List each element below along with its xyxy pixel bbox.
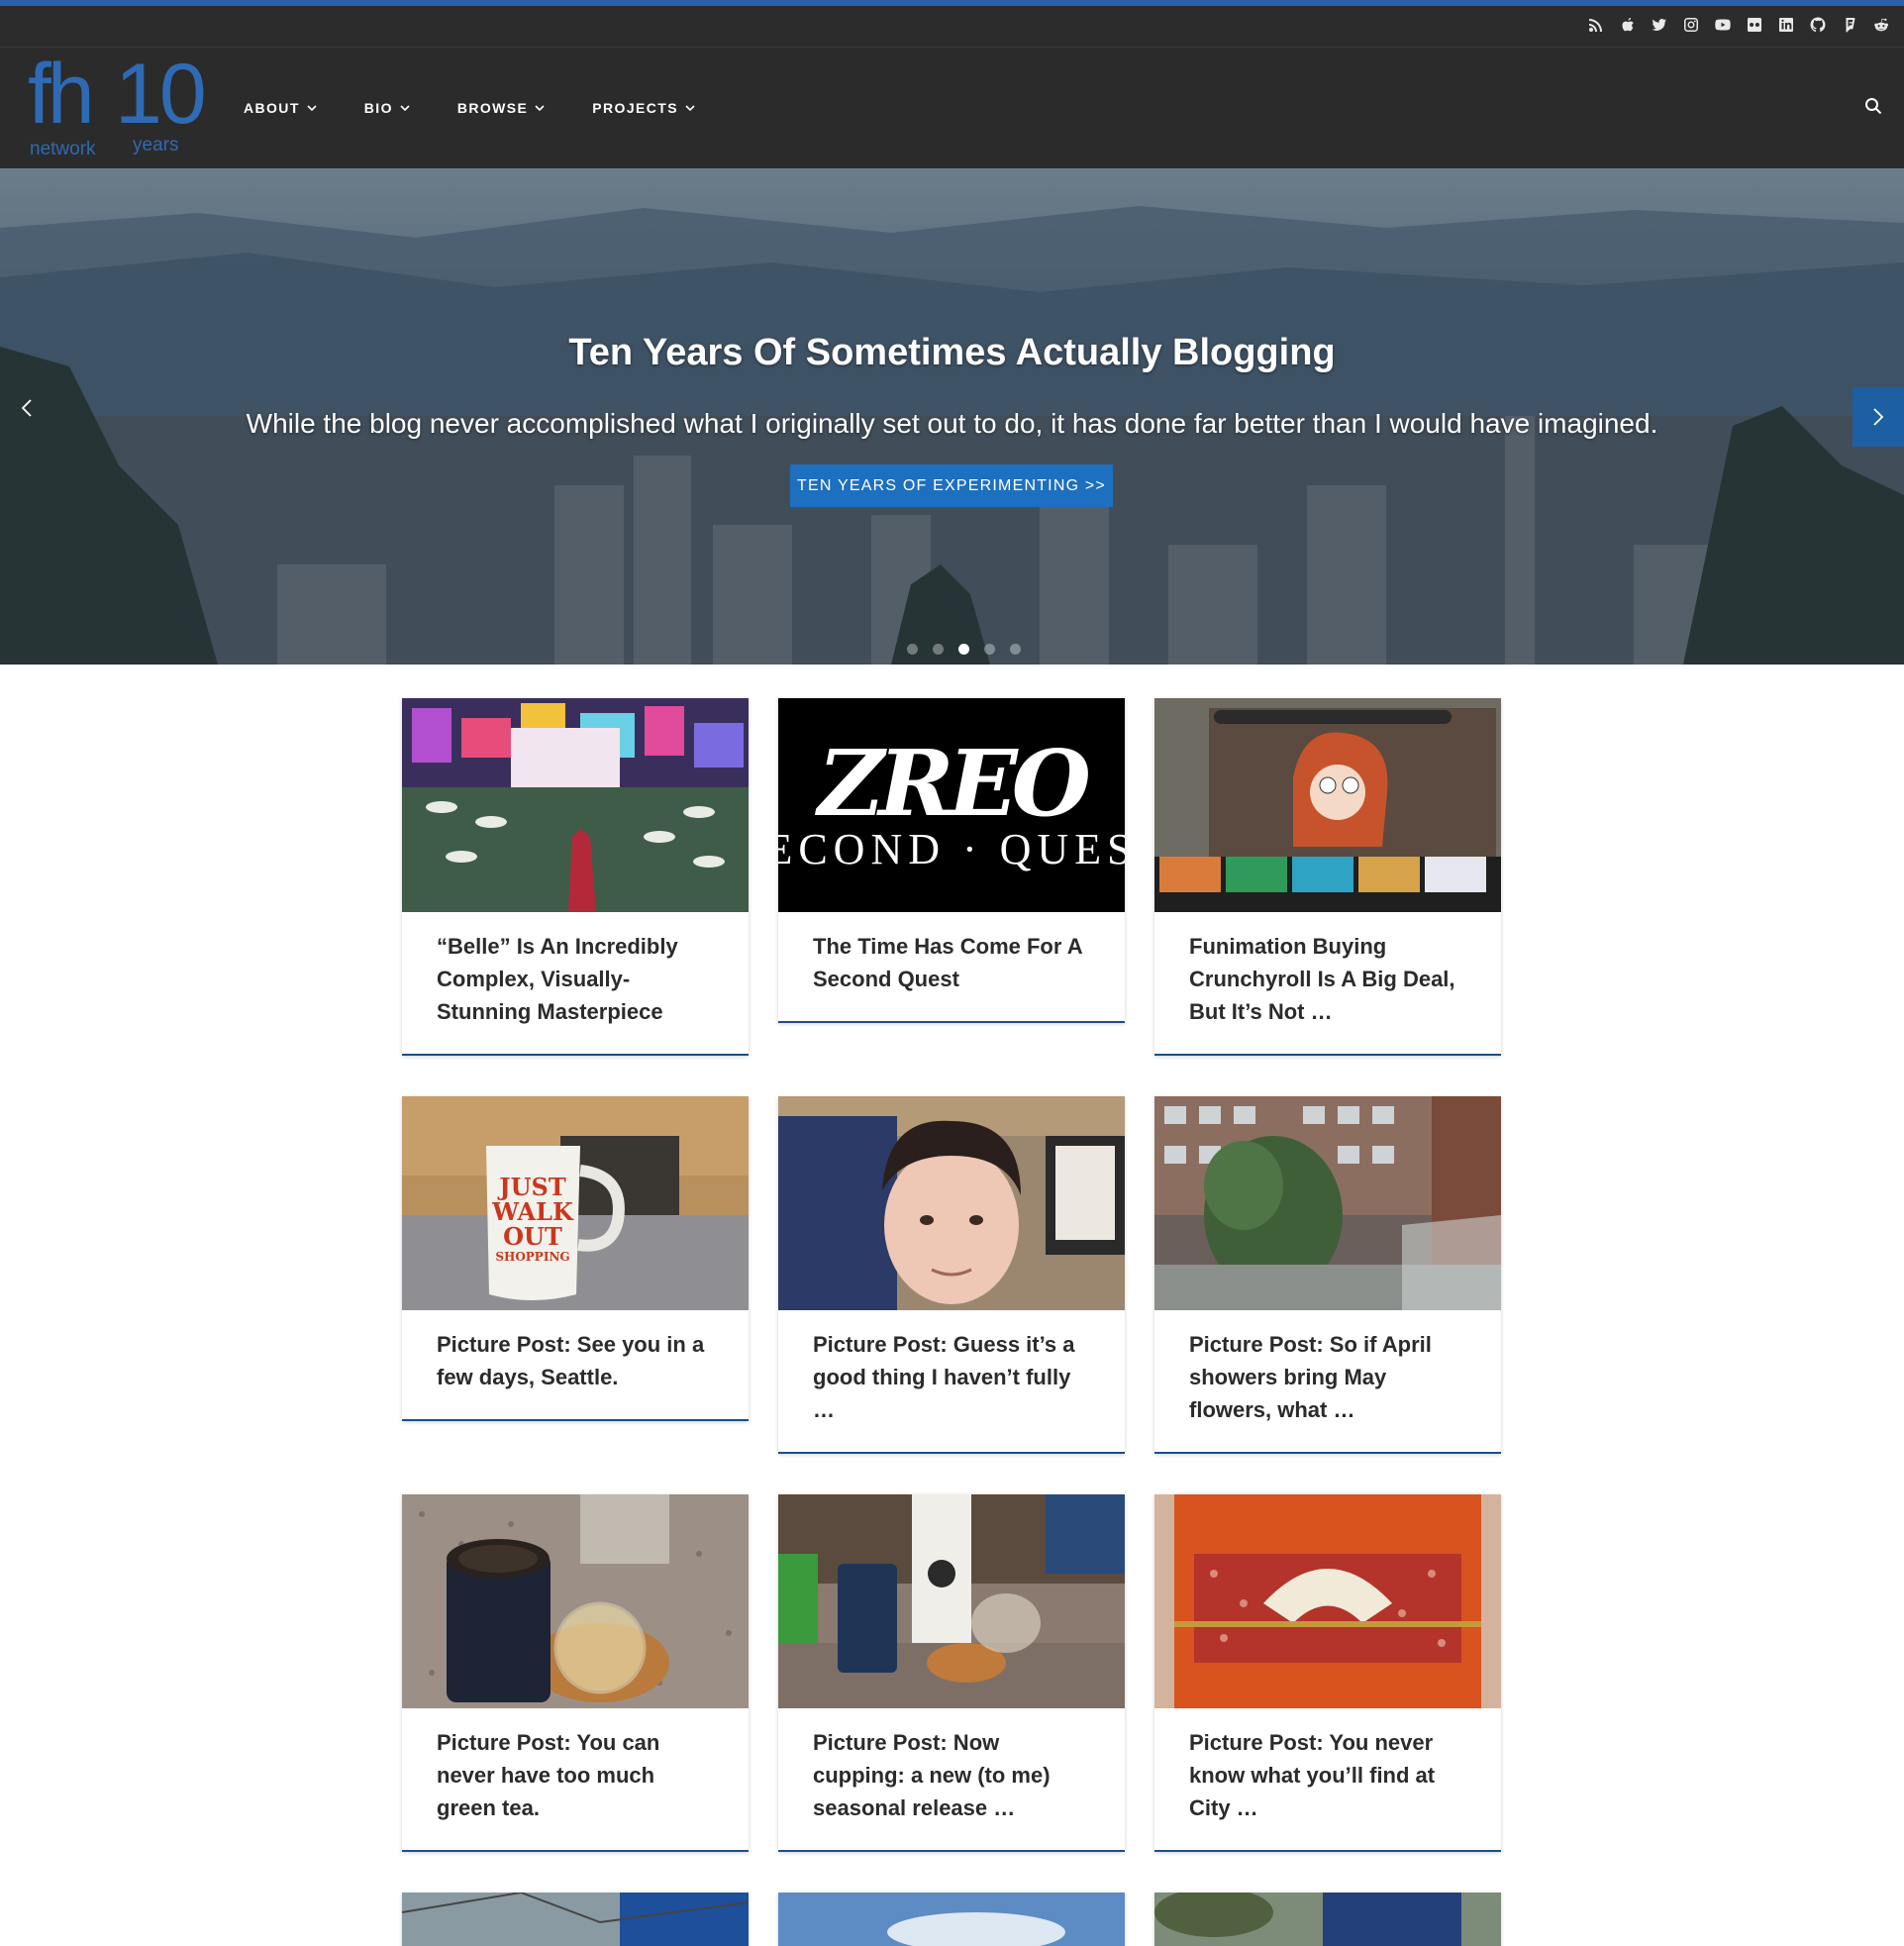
post-title[interactable]: The Time Has Come For A Second Quest <box>778 912 1125 1021</box>
post-thumbnail[interactable] <box>778 1096 1125 1310</box>
post-thumbnail[interactable]: JUST WALK OUT SHOPPING <box>402 1096 749 1310</box>
post-card[interactable]: Picture Post: So if April showers bring … <box>1154 1096 1501 1454</box>
post-card[interactable]: “Belle” Is An Incredibly Complex, Visual… <box>402 698 749 1056</box>
post-title[interactable]: Funimation Buying Crunchyroll Is A Big D… <box>1154 912 1501 1054</box>
nav-item-about[interactable]: ABOUT <box>244 100 341 116</box>
post-thumbnail[interactable] <box>778 1494 1125 1708</box>
post-card[interactable]: Picture Post: You can never have too muc… <box>402 1494 749 1852</box>
chevron-down-icon <box>307 105 317 112</box>
zreo-logo-subtext: ECOND · QUES <box>778 825 1125 873</box>
hero-subtitle: While the blog never accomplished what I… <box>246 408 1658 439</box>
post-card[interactable]: Funimation Buying Crunchyroll Is A Big D… <box>1154 698 1501 1056</box>
nav-item-label: ABOUT <box>244 100 300 116</box>
chevron-down-icon <box>535 105 545 112</box>
post-card[interactable]: JUST WALK OUT SHOPPING Picture Post: See… <box>402 1096 749 1421</box>
post-card[interactable] <box>778 1893 1125 1946</box>
post-title[interactable]: Picture Post: See you in a few days, Sea… <box>402 1310 749 1419</box>
nav-item-projects[interactable]: PROJECTS <box>592 100 719 116</box>
slider-dots <box>907 644 1021 655</box>
search-button[interactable] <box>1864 97 1886 119</box>
nav-item-label: PROJECTS <box>592 100 678 116</box>
search-icon <box>1865 98 1882 115</box>
post-card[interactable]: Picture Post: Now cupping: a new (to me)… <box>778 1494 1125 1852</box>
twitter-icon[interactable] <box>1651 16 1668 34</box>
slider-dot[interactable] <box>907 644 918 655</box>
rss-icon[interactable] <box>1587 16 1605 34</box>
flickr-icon[interactable] <box>1746 16 1763 34</box>
post-card[interactable] <box>1154 1893 1501 1946</box>
mug-text-line: OUT <box>503 1222 562 1251</box>
zreo-logo-text: ZREO <box>814 730 1091 837</box>
post-card[interactable]: ZREO ECOND · QUES The Time Has Come For … <box>778 698 1125 1023</box>
mug-text-line: SHOPPING <box>495 1250 569 1264</box>
site-header: fh 10 network years ABOUT BIO BROWSE PRO… <box>0 48 1904 168</box>
logo-sub-left: network <box>30 139 96 159</box>
slider-next-button[interactable] <box>1853 387 1904 447</box>
post-thumbnail[interactable]: ZREO ECOND · QUES <box>778 698 1125 912</box>
slider-dot[interactable] <box>984 644 995 655</box>
reddit-icon[interactable] <box>1872 16 1890 34</box>
post-thumbnail[interactable] <box>1154 698 1501 912</box>
post-title[interactable]: Picture Post: So if April showers bring … <box>1154 1310 1501 1452</box>
chevron-left-icon <box>21 399 32 417</box>
post-thumbnail[interactable] <box>402 698 749 912</box>
post-thumbnail[interactable] <box>1154 1893 1501 1946</box>
chevron-right-icon <box>1873 408 1884 426</box>
youtube-icon[interactable] <box>1714 16 1732 34</box>
social-links <box>1587 16 1890 34</box>
post-title[interactable]: Picture Post: Guess it’s a good thing I … <box>778 1310 1125 1452</box>
nav-item-browse[interactable]: BROWSE <box>457 100 568 116</box>
hero-slider: Ten Years Of Sometimes Actually Blogging… <box>0 168 1904 665</box>
chevron-down-icon <box>685 105 695 112</box>
slider-dot[interactable] <box>933 644 944 655</box>
chevron-down-icon <box>400 105 410 112</box>
post-card[interactable] <box>402 1893 749 1946</box>
logo-main-text: fh <box>28 47 95 142</box>
foursquare-icon[interactable] <box>1841 16 1858 34</box>
post-card[interactable]: Picture Post: You never know what you’ll… <box>1154 1494 1501 1852</box>
slider-dot[interactable] <box>1010 644 1021 655</box>
apple-icon[interactable] <box>1619 16 1637 34</box>
logo-number: 10 <box>115 47 207 142</box>
post-title[interactable]: Picture Post: Now cupping: a new (to me)… <box>778 1708 1125 1850</box>
utility-bar <box>0 6 1904 48</box>
main-nav: ABOUT BIO BROWSE PROJECTS <box>244 48 719 168</box>
post-title[interactable]: Picture Post: You never know what you’ll… <box>1154 1708 1501 1850</box>
instagram-icon[interactable] <box>1682 16 1700 34</box>
slider-dot[interactable] <box>958 644 969 655</box>
post-card[interactable]: Picture Post: Guess it’s a good thing I … <box>778 1096 1125 1454</box>
hero-title: Ten Years Of Sometimes Actually Blogging <box>568 332 1336 373</box>
post-thumbnail[interactable] <box>778 1893 1125 1946</box>
site-logo[interactable]: fh 10 network years <box>28 51 207 160</box>
post-thumbnail[interactable] <box>1154 1494 1501 1708</box>
hero-cta-button[interactable]: TEN YEARS OF EXPERIMENTING >> <box>790 464 1113 507</box>
post-thumbnail[interactable] <box>402 1893 749 1946</box>
post-title[interactable]: “Belle” Is An Incredibly Complex, Visual… <box>402 912 749 1054</box>
linkedin-icon[interactable] <box>1777 16 1795 34</box>
github-icon[interactable] <box>1809 16 1827 34</box>
slider-prev-button[interactable] <box>12 388 42 428</box>
post-thumbnail[interactable] <box>402 1494 749 1708</box>
nav-item-label: BROWSE <box>456 100 529 116</box>
post-title[interactable]: Picture Post: You can never have too muc… <box>402 1708 749 1850</box>
post-thumbnail[interactable] <box>1154 1096 1501 1310</box>
nav-item-label: BIO <box>363 100 393 116</box>
nav-item-bio[interactable]: BIO <box>364 100 434 116</box>
logo-sub-right: years <box>133 135 179 155</box>
